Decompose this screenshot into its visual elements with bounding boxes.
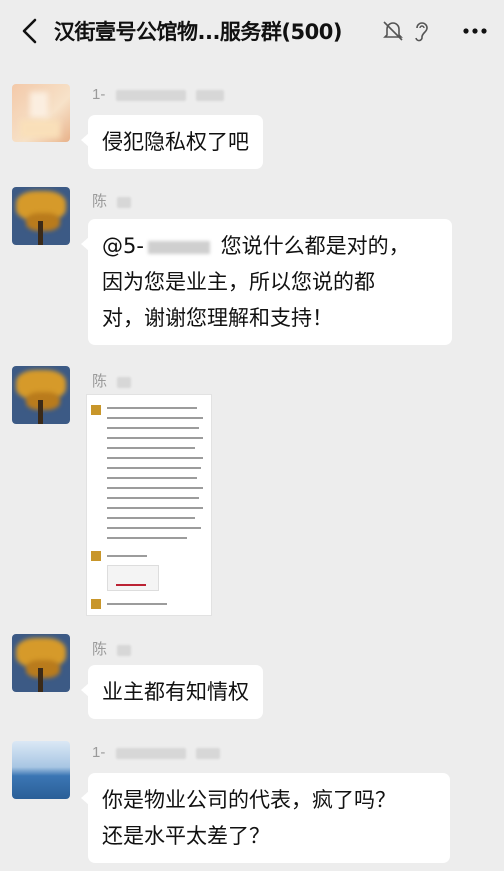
avatar[interactable] [12,84,70,142]
redacted-name [117,376,132,388]
back-arrow-icon[interactable] [14,14,48,48]
mini-avatar [91,551,101,561]
sender-name: 陈 [92,190,132,211]
mention[interactable]: @5- [102,234,144,258]
sender-name-text: 陈 [92,641,108,658]
image-message[interactable] [86,394,212,616]
sender-name: 陈 [92,370,132,391]
message-bubble[interactable]: @5- 您说什么都是对的， 因为您是业主，所以您说的都 对，谢谢您理解和支持！ [81,219,452,345]
redacted-name [195,89,224,101]
sender-name-text: 陈 [92,193,108,210]
message-bubble[interactable]: 侵犯隐私权了吧 [81,115,263,169]
redacted-name [117,644,132,656]
redacted-name [117,196,132,208]
mini-card [107,565,159,591]
sender-name: 陈 [92,638,132,659]
redacted-name [115,89,186,101]
message-text: 你是物业公司的代表，疯了吗？ [102,788,396,812]
ear-icon [415,22,428,42]
avatar[interactable] [12,634,70,692]
avatar[interactable] [12,187,70,245]
redacted-name [115,747,186,759]
message-text: 您说什么都是对的， [220,234,410,258]
message-text: 还是水平太差了？ [102,824,270,848]
message-bubble[interactable]: 你是物业公司的代表，疯了吗？ 还是水平太差了？ [81,773,450,863]
more-dots-icon[interactable] [458,14,492,48]
avatar[interactable] [12,366,70,424]
sender-name-text: 1- [92,744,106,761]
mini-avatar [91,405,101,415]
sender-name-text: 陈 [92,373,108,390]
message-bubble[interactable]: 业主都有知情权 [81,665,263,719]
redacted-name [195,747,220,759]
message-text: 侵犯隐私权了吧 [102,130,249,154]
sender-name: 1- [92,744,220,761]
sender-name-text: 1- [92,86,106,103]
sender-name: 1- [92,86,224,103]
avatar[interactable] [12,741,70,799]
redacted-mention [147,240,210,254]
chat-header: 汉街壹号公馆物...服务群(500) [0,0,504,62]
message-text: 业主都有知情权 [102,680,249,704]
mute-bell-icon [383,21,403,41]
message-text: 对，谢谢您理解和支持！ [102,306,333,330]
message-text: 因为您是业主，所以您说的都 [102,270,375,294]
mini-avatar [91,599,101,609]
chat-title: 汉街壹号公馆物...服务群(500) [54,20,342,44]
